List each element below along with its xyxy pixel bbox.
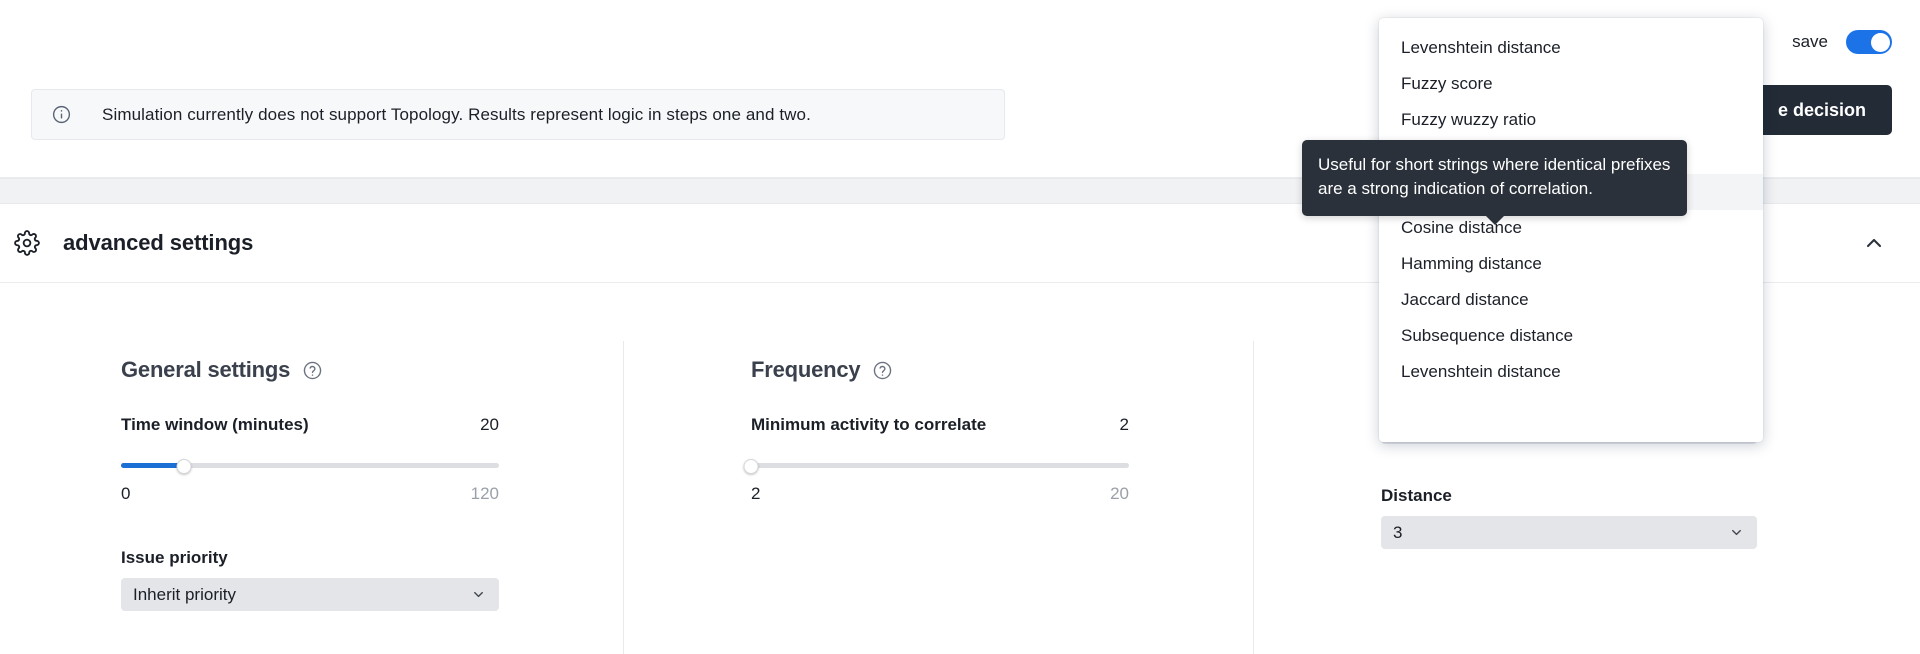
minimum-activity-min: 2 [751, 484, 761, 503]
dropdown-item[interactable]: Levenshtein distance [1379, 354, 1763, 390]
info-circle-icon [50, 104, 72, 126]
time-window-row: Time window (minutes) 20 [121, 415, 499, 435]
dropdown-item[interactable]: Levenshtein distance [1379, 30, 1763, 66]
time-window-value: 20 [480, 415, 499, 434]
create-decision-button[interactable]: e decision [1751, 85, 1892, 135]
gear-icon [10, 226, 44, 260]
minimum-activity-value: 2 [1119, 415, 1129, 434]
tooltip-text: Useful for short strings where identical… [1318, 155, 1671, 198]
slider-track [751, 463, 1129, 468]
tooltip-arrow-icon [1484, 215, 1505, 225]
distance-label: Distance [1381, 486, 1452, 505]
minimum-activity-row: Minimum activity to correlate 2 [751, 415, 1129, 435]
minimum-activity-slider[interactable] [743, 457, 1129, 475]
general-settings-title-row: General settings [121, 357, 624, 383]
frequency-title: Frequency [751, 357, 861, 382]
minimum-activity-max: 20 [1110, 484, 1129, 503]
toggle-knob [1870, 32, 1890, 52]
simulation-info-banner: Simulation currently does not support To… [31, 89, 1005, 140]
time-window-min: 0 [121, 484, 131, 503]
advanced-settings-title: advanced settings [63, 230, 254, 255]
slider-thumb[interactable] [743, 459, 759, 474]
save-toggle[interactable] [1846, 30, 1892, 54]
dropdown-item[interactable]: Hamming distance [1379, 246, 1763, 282]
frequency-title-row: Frequency [751, 357, 1254, 383]
save-toggle-group: save [1792, 30, 1892, 54]
issue-priority-select[interactable]: Inherit priority [121, 578, 499, 611]
distance-value: 3 [1393, 522, 1403, 542]
general-settings-title: General settings [121, 357, 291, 382]
minimum-activity-scale: 2 20 [751, 484, 1129, 504]
question-circle-icon[interactable] [872, 360, 893, 381]
time-window-slider[interactable] [121, 457, 499, 475]
dropdown-item[interactable]: Subsequence distance [1379, 318, 1763, 354]
issue-priority-value: Inherit priority [133, 584, 236, 604]
time-window-label: Time window (minutes) [121, 415, 309, 434]
slider-fill [121, 463, 185, 468]
distance-select[interactable]: 3 [1381, 516, 1757, 549]
question-circle-icon[interactable] [302, 360, 323, 381]
minimum-activity-label: Minimum activity to correlate [751, 415, 987, 434]
time-window-scale: 0 120 [121, 484, 499, 504]
algorithm-dropdown-menu[interactable]: Levenshtein distance Fuzzy score Fuzzy wuz… [1379, 18, 1763, 442]
algorithm-tooltip: Useful for short strings where identical… [1302, 140, 1687, 225]
dropdown-item[interactable]: Fuzzy score [1379, 66, 1763, 102]
slider-thumb[interactable] [176, 459, 192, 474]
advanced-settings-page: Simulation currently does not support To… [0, 0, 1920, 654]
frequency-settings-column: Frequency Minimum activity to correlate … [624, 283, 1254, 654]
chevron-down-icon [470, 587, 486, 603]
issue-priority-label: Issue priority [121, 548, 228, 567]
chevron-down-icon [1728, 525, 1744, 541]
dropdown-item[interactable]: Jaccard distance [1379, 282, 1763, 318]
chevron-up-icon[interactable] [1858, 227, 1890, 259]
save-label: save [1792, 32, 1828, 51]
dropdown-item[interactable]: Fuzzy wuzzy ratio [1379, 102, 1763, 138]
banner-text: Simulation currently does not support To… [102, 104, 811, 124]
general-settings-column: General settings Time window (minutes) 2… [0, 283, 624, 654]
time-window-max: 120 [470, 484, 499, 503]
